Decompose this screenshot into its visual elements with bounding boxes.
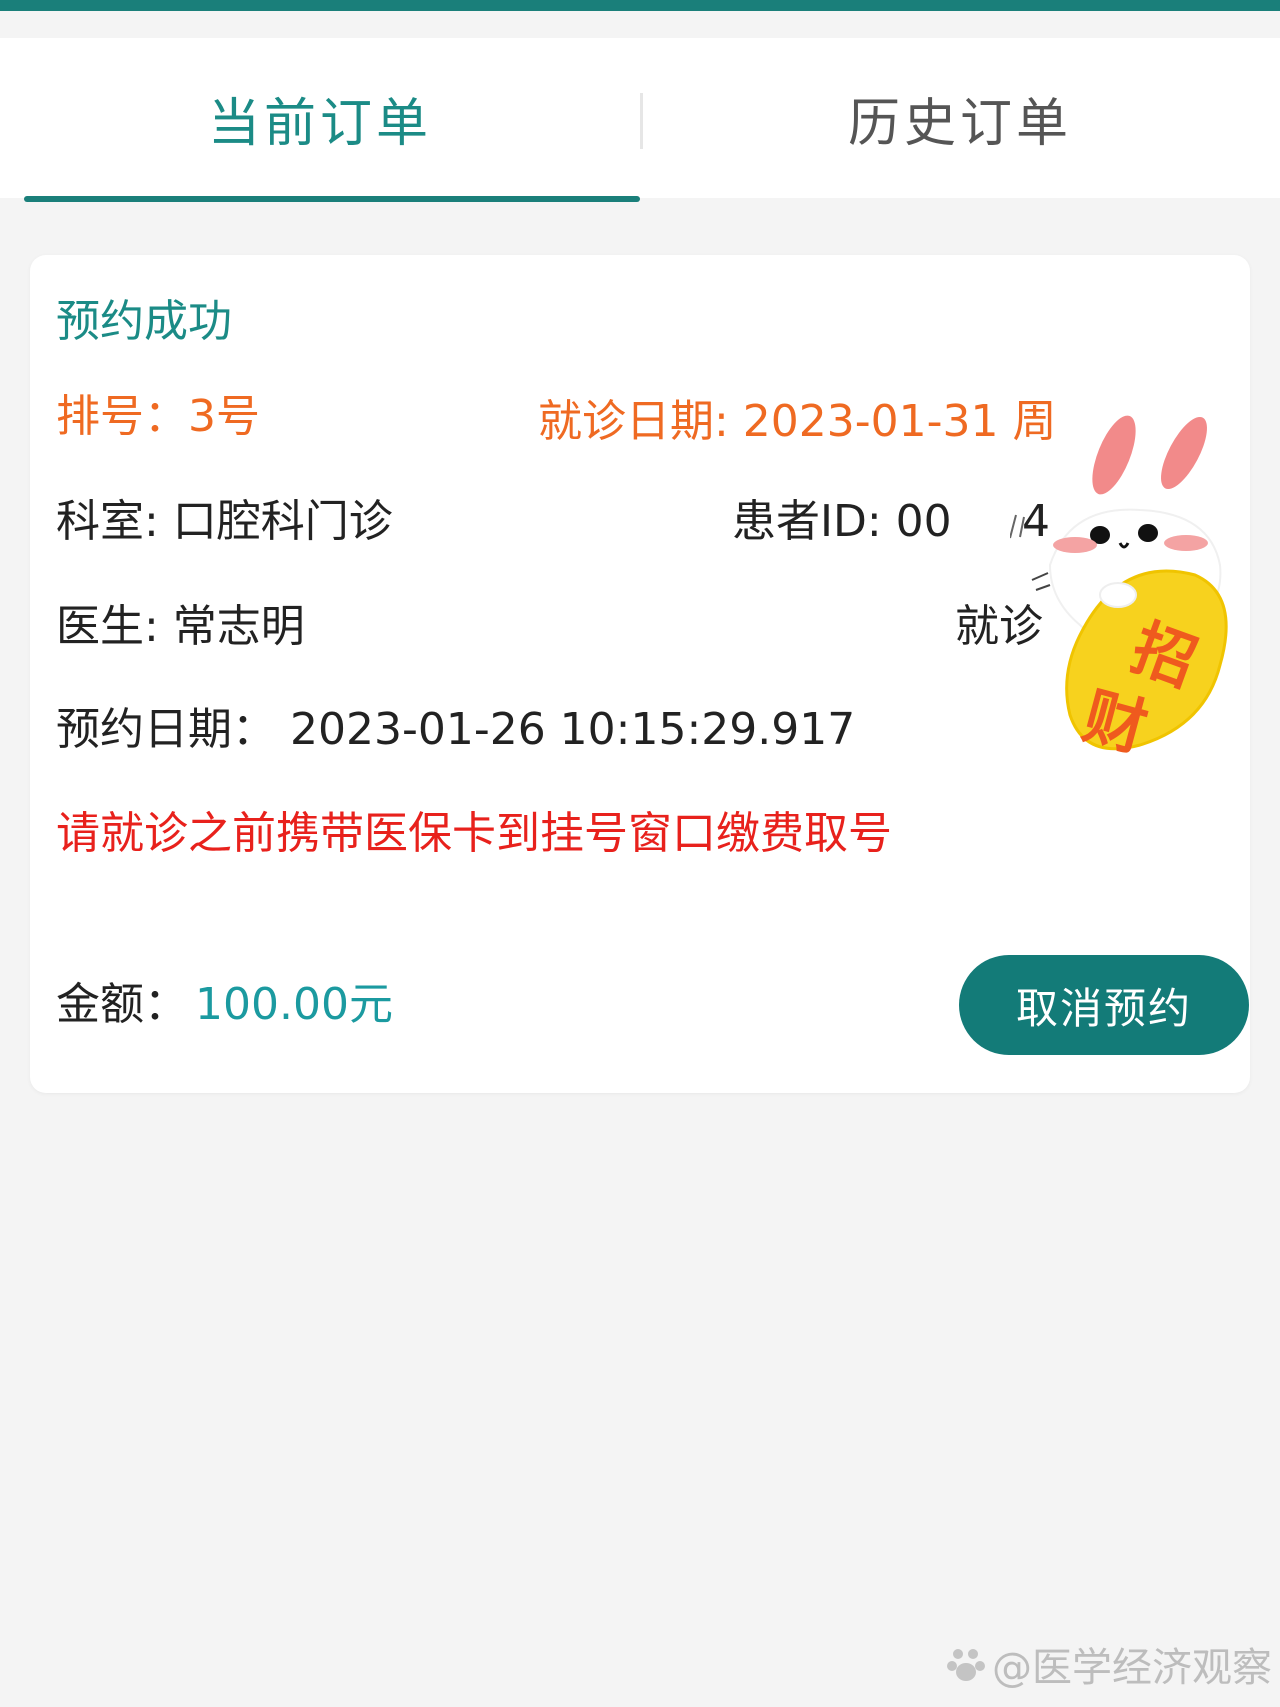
amount-label: 金额： [56,979,188,1030]
order-tabs: 当前订单 历史订单 [0,38,1280,198]
queue-number: 排号：3号 [56,391,260,442]
booking-date: 预约日期： 2023-01-26 10:15:29.917 [56,704,856,755]
top-accent-bar [0,0,1280,11]
payment-notice: 请就诊之前携带医保卡到挂号窗口缴费取号 [56,808,892,859]
tab-current-orders-label: 当前订单 [207,93,432,154]
cancel-appointment-label: 取消预约 [1015,983,1192,1033]
visit-date: 就诊日期: 2023-01-31 周 [538,396,1057,447]
department: 科室: 口腔科门诊 [56,496,393,547]
tab-history-orders-label: 历史订单 [847,93,1072,154]
top-spacer [0,11,1280,38]
bunny-sticker-icon: 招 财 [999,405,1260,775]
active-tab-indicator [24,196,640,202]
watermark: @医学经济观察 [946,1635,1272,1693]
cancel-appointment-button[interactable]: 取消预约 [959,955,1249,1055]
tab-current-orders[interactable]: 当前订单 [0,38,640,198]
watermark-text: @医学经济观察 [992,1645,1272,1691]
tab-history-orders[interactable]: 历史订单 [640,38,1280,198]
order-status: 预约成功 [56,296,232,347]
doctor: 医生: 常志明 [56,601,305,652]
amount-value: 100.00元 [195,979,393,1030]
paw-icon [947,1649,985,1681]
patient-id: 患者ID: 00 [732,496,952,547]
